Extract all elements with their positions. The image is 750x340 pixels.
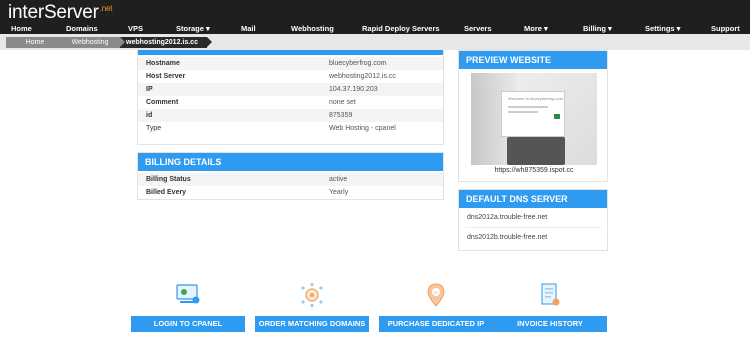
info-key: IP (138, 83, 321, 96)
info-value: Web Hosting - cpanel (329, 125, 396, 132)
dns-server-primary: dns2012a.trouble-free.net (467, 214, 548, 221)
purchase-dedicated-ip-button[interactable]: PURCHASE DEDICATED IP (379, 316, 493, 332)
breadcrumb-home[interactable]: Home (6, 37, 69, 48)
table-row: Hostname bluecyberfrog.com (138, 57, 443, 70)
info-key: id (138, 109, 321, 122)
nav-storage[interactable]: Storage ▾ (176, 24, 210, 34)
logo-text: interServer (8, 2, 99, 23)
table-row: Type Web Hosting - cpanel (138, 122, 443, 135)
preview-welcome-text: Welcome to bluecyberfrog.com (508, 96, 564, 101)
table-row: id 875359 (138, 109, 443, 122)
billing-details-card: BILLING DETAILS Billing Status active Bil… (137, 152, 444, 200)
nav-billing[interactable]: Billing ▾ (583, 24, 612, 34)
nav-home[interactable]: Home (11, 24, 32, 34)
preview-text-line (508, 111, 538, 113)
website-info-table: Hostname bluecyberfrog.com Host Server web… (138, 57, 443, 135)
dns-server-secondary: dns2012b.trouble-free.net (467, 234, 548, 241)
divider (465, 227, 601, 228)
billing-value: active (321, 173, 443, 186)
billing-details-title: BILLING DETAILS (138, 153, 443, 171)
domains-globe-icon (301, 282, 323, 308)
table-row: Comment none set (138, 96, 443, 109)
login-to-cpanel-button[interactable]: LOGIN TO CPANEL (131, 316, 245, 332)
nav-more[interactable]: More ▾ (524, 24, 548, 34)
breadcrumb: Home Webhosting webhosting2012.is.cc (0, 34, 750, 50)
info-key: Comment (146, 99, 179, 106)
preview-welcome-box: Welcome to bluecyberfrog.com (501, 91, 565, 137)
info-key: Hostname (138, 57, 321, 70)
billing-table: Billing Status active Billed Every Yearly (138, 173, 443, 199)
nav-rapid-deploy-servers[interactable]: Rapid Deploy Servers (362, 24, 440, 34)
preview-laptop (507, 137, 565, 165)
preview-text-line (508, 106, 548, 108)
table-row: Billing Status active (138, 173, 443, 186)
website-preview-image[interactable]: Welcome to bluecyberfrog.com (471, 73, 597, 165)
nav-vps[interactable]: VPS (128, 24, 143, 34)
website-info-card: Hostname bluecyberfrog.com Host Server web… (137, 50, 444, 145)
top-bar: interServer.net Home Domains VPS Storage… (0, 0, 750, 34)
billing-value: Yearly (329, 189, 349, 196)
breadcrumb-current: webhosting2012.is.cc (117, 37, 212, 48)
info-value: 875359 (321, 109, 443, 122)
info-key: Host Server (146, 73, 186, 80)
dns-server-title: DEFAULT DNS SERVER (459, 190, 607, 208)
invoice-icon (541, 283, 560, 306)
svg-text:IP: IP (434, 290, 438, 295)
nav-mail[interactable]: Mail (241, 24, 256, 34)
dns-server-card: DEFAULT DNS SERVER dns2012a.trouble-free… (458, 189, 608, 251)
preview-button (554, 114, 560, 119)
preview-url[interactable]: https://wh875359.ispot.cc (459, 167, 609, 174)
nav-webhosting[interactable]: Webhosting (291, 24, 334, 34)
table-row: Billed Every Yearly (138, 186, 443, 199)
order-matching-domains-button[interactable]: ORDER MATCHING DOMAINS (255, 316, 369, 332)
nav-settings[interactable]: Settings ▾ (645, 24, 680, 34)
info-value: 104.37.190.203 (321, 83, 443, 96)
breadcrumb-webhosting[interactable]: Webhosting (60, 37, 125, 48)
preview-website-card: PREVIEW WEBSITE Welcome to bluecyberfrog… (458, 50, 608, 182)
logo-suffix: .net (99, 3, 113, 13)
billing-key: Billing Status (138, 173, 321, 186)
main-nav: Home Domains VPS Storage ▾ Mail Webhosti… (0, 24, 750, 34)
billing-key: Billed Every (146, 189, 187, 196)
cpanel-login-icon (176, 284, 200, 304)
info-value: webhosting2012.is.cc (329, 73, 396, 80)
info-card-header-strip (138, 50, 443, 55)
info-key: Type (146, 125, 162, 132)
nav-domains[interactable]: Domains (66, 24, 98, 34)
info-value: bluecyberfrog.com (321, 57, 443, 70)
info-value: none set (329, 99, 356, 106)
nav-support[interactable]: Support (711, 24, 740, 34)
table-row: Host Server webhosting2012.is.cc (138, 70, 443, 83)
interserver-logo[interactable]: interServer.net (8, 2, 113, 23)
invoice-history-button[interactable]: INVOICE HISTORY (493, 316, 607, 332)
dedicated-ip-icon: IP (427, 283, 445, 307)
preview-website-title: PREVIEW WEBSITE (459, 51, 607, 69)
table-row: IP 104.37.190.203 (138, 83, 443, 96)
nav-servers[interactable]: Servers (464, 24, 492, 34)
